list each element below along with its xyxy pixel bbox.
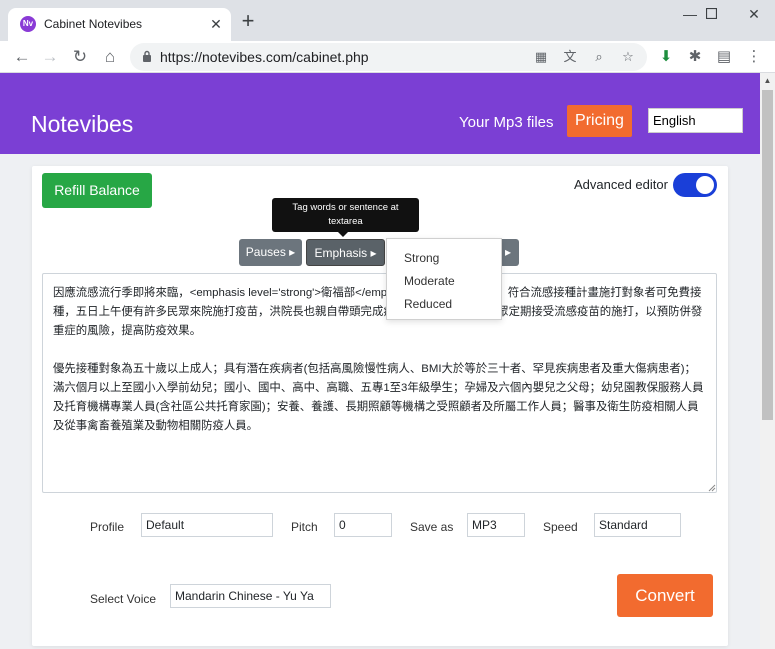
window-close-icon[interactable]: ✕ <box>742 6 766 22</box>
saveas-select[interactable]: MP3 <box>467 513 525 537</box>
favicon-icon: Nv <box>20 16 36 32</box>
pauses-button[interactable]: Pauses ▸ <box>239 239 302 266</box>
scroll-thumb[interactable] <box>762 90 773 420</box>
menu-icon[interactable]: ⋮ <box>744 47 764 67</box>
toggle-knob <box>696 176 714 194</box>
convert-button[interactable]: Convert <box>617 574 713 617</box>
saveas-label: Save as <box>410 520 454 534</box>
tab-title: Cabinet Notevibes <box>44 17 143 31</box>
qr-icon[interactable]: ▦ <box>532 48 550 66</box>
text-paragraph-2: 優先接種對象為五十歲以上成人；具有潛在疾病者(包括高風險慢性病人、BMI大於等於… <box>53 363 704 432</box>
voice-label: Select Voice <box>90 592 157 606</box>
browser-tabstrip: Nv Cabinet Notevibes ✕ + — ✕ <box>0 0 775 41</box>
language-select[interactable]: English <box>648 108 743 133</box>
back-icon[interactable]: ← <box>12 47 32 67</box>
scroll-up-icon[interactable]: ▲ <box>760 73 775 88</box>
brand-logo[interactable]: Notevibes <box>31 111 133 138</box>
pricing-button[interactable]: Pricing <box>567 105 632 137</box>
voice-select[interactable]: Mandarin Chinese - Yu Ya <box>170 584 331 608</box>
refill-balance-button[interactable]: Refill Balance <box>42 173 152 208</box>
new-tab-icon[interactable]: + <box>238 10 258 32</box>
reload-icon[interactable]: ↻ <box>70 47 90 67</box>
emphasis-dropdown: Strong Moderate Reduced <box>386 238 502 320</box>
emphasis-option-moderate[interactable]: Moderate <box>404 274 455 288</box>
tooltip-line-1: Tag words or sentence at <box>292 202 399 213</box>
pitch-label: Pitch <box>291 520 318 534</box>
mp3-files-link[interactable]: Your Mp3 files <box>459 114 554 131</box>
tooltip: Tag words or sentence at textarea <box>272 198 419 232</box>
page-scrollbar[interactable]: ▲ <box>760 73 775 649</box>
tooltip-line-2: textarea <box>328 216 363 227</box>
text-paragraph-1: 因應流感流行季即將來臨，<emphasis level='strong'>衛福部… <box>53 287 703 337</box>
emphasis-option-reduced[interactable]: Reduced <box>404 297 452 311</box>
page-viewport: Notevibes Your Mp3 files Pricing English… <box>0 73 760 649</box>
address-bar[interactable]: https://notevibes.com/cabinet.php ▦ 文 ⌕ … <box>130 43 647 71</box>
bookmark-star-icon[interactable]: ☆ <box>619 48 637 66</box>
zoom-icon[interactable]: ⌕ <box>590 48 608 66</box>
profile-label: Profile <box>90 520 125 534</box>
forward-icon[interactable]: → <box>40 47 60 67</box>
advanced-editor-label: Advanced editor <box>574 177 668 192</box>
emphasis-button[interactable]: Emphasis ▸ <box>306 239 385 266</box>
browser-tab[interactable]: Nv Cabinet Notevibes ✕ <box>8 8 231 41</box>
emphasis-option-strong[interactable]: Strong <box>404 251 439 265</box>
url-text: https://notevibes.com/cabinet.php <box>160 49 369 65</box>
maximize-icon[interactable] <box>699 6 723 22</box>
translate-icon[interactable]: 文 <box>561 48 579 66</box>
lock-icon <box>143 50 151 62</box>
speed-select[interactable]: Standard <box>594 513 681 537</box>
pitch-input[interactable]: 0 <box>334 513 392 537</box>
resize-grip-icon[interactable] <box>706 482 716 492</box>
advanced-editor-toggle[interactable] <box>673 173 717 197</box>
speed-label: Speed <box>543 520 578 534</box>
tooltip-arrow <box>338 232 348 237</box>
download-icon[interactable]: ⬇ <box>656 47 676 67</box>
profile-select[interactable]: Default <box>141 513 273 537</box>
home-icon[interactable]: ⌂ <box>100 47 120 67</box>
close-tab-icon[interactable]: ✕ <box>208 16 224 32</box>
text-editor[interactable]: 因應流感流行季即將來臨，<emphasis level='strong'>衛福部… <box>42 273 717 493</box>
extensions-icon[interactable]: ✱ <box>685 47 705 67</box>
site-header: Notevibes Your Mp3 files Pricing English <box>0 73 760 154</box>
profile-icon[interactable]: ▤ <box>714 47 734 67</box>
